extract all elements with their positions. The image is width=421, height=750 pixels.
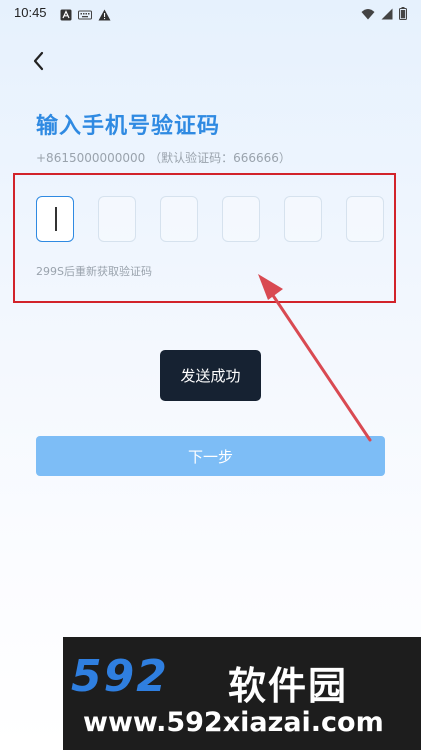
next-step-button[interactable]: 下一步	[36, 436, 385, 476]
next-step-label: 下一步	[187, 447, 233, 466]
toast-text: 发送成功	[180, 367, 241, 385]
signal-icon	[381, 5, 393, 24]
watermark-logo: 592	[71, 651, 169, 702]
watermark-url: www.592xiazai.com	[83, 707, 384, 738]
page-title: 输入手机号验证码	[36, 114, 221, 139]
chevron-left-icon	[33, 51, 44, 71]
phone-hint: +8615000000000 （默认验证码：666666）	[36, 151, 291, 165]
status-bar: 10:45	[0, 0, 421, 26]
status-time: 10:45	[14, 5, 47, 20]
annotation-highlight-box	[13, 173, 396, 303]
battery-icon	[399, 5, 407, 24]
status-right-icons	[361, 5, 407, 24]
warning-icon	[98, 6, 111, 25]
watermark-site-name: 软件园	[228, 664, 349, 708]
keyboard-icon	[78, 6, 92, 25]
a-square-icon	[60, 6, 72, 25]
toast-message: 发送成功	[160, 350, 261, 401]
back-button[interactable]	[28, 48, 50, 74]
status-left-icons	[60, 6, 111, 25]
watermark-banner: 592 软件园 www.592xiazai.com	[63, 637, 421, 750]
wifi-icon	[361, 5, 375, 24]
